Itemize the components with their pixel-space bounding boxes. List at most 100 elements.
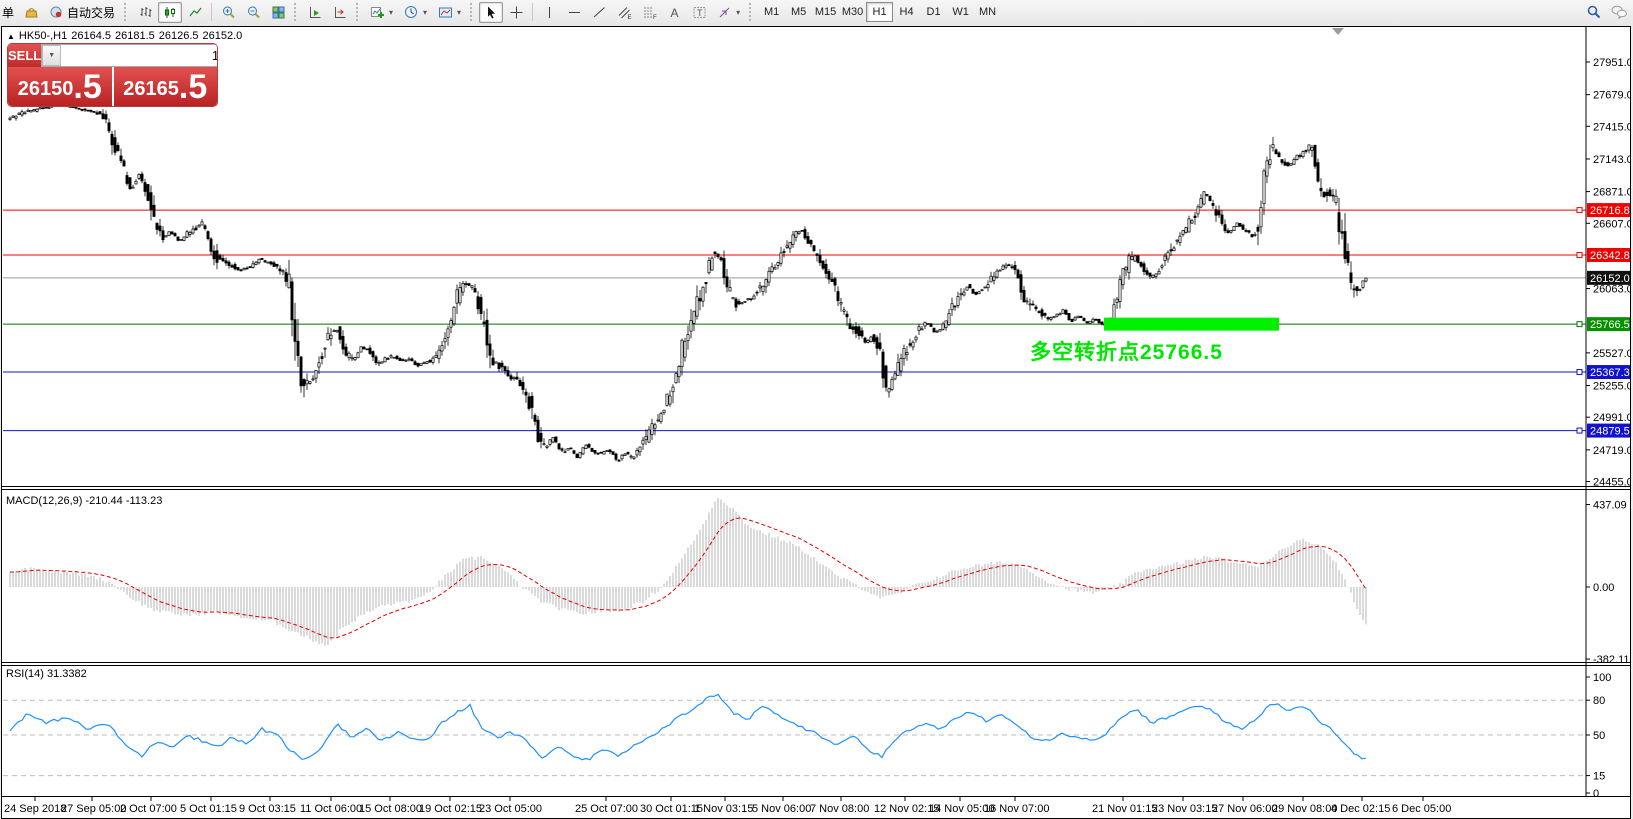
sell-price[interactable]: 26150.5 bbox=[8, 67, 112, 106]
one-click-trading-panel: SELL ▼ ▲ BUY 26150.5 26165.5 bbox=[8, 44, 217, 106]
periods-button[interactable]: ▾ bbox=[399, 2, 432, 23]
channel-tool[interactable]: E bbox=[612, 2, 636, 23]
text-label-tool[interactable]: T bbox=[687, 2, 711, 23]
macd-pane bbox=[9, 497, 1367, 646]
new-order-button[interactable]: 单 bbox=[2, 4, 16, 21]
fibonacci-tool[interactable]: F bbox=[637, 2, 661, 23]
arrows-icon bbox=[719, 7, 730, 17]
svg-text:25527.0: 25527.0 bbox=[1593, 348, 1630, 360]
chart-title: ▲ HK50-,H1 26164.5 26181.5 26126.5 26152.0 bbox=[7, 30, 246, 42]
timeframe-h1[interactable]: H1 bbox=[866, 2, 894, 22]
chat-button[interactable] bbox=[1607, 2, 1631, 23]
zoom-in-icon bbox=[222, 6, 235, 18]
chart-window: ▲ HK50-,H1 26164.5 26181.5 26126.5 26152.0 SE… bbox=[1, 26, 1631, 819]
svg-text:27951.0: 27951.0 bbox=[1593, 57, 1630, 69]
text-tool[interactable]: A bbox=[662, 2, 686, 23]
search-button[interactable] bbox=[1582, 2, 1606, 23]
pouch-icon bbox=[24, 7, 38, 17]
auto-trading-button[interactable]: 自动交易 bbox=[44, 2, 120, 23]
templates-button[interactable]: ▾ bbox=[433, 2, 466, 23]
svg-text:24879.5: 24879.5 bbox=[1590, 426, 1630, 438]
vertical-line-tool[interactable] bbox=[537, 2, 561, 23]
sell-button[interactable]: SELL bbox=[8, 44, 42, 67]
line-chart-button[interactable] bbox=[183, 2, 207, 23]
sell-price-frac: .5 bbox=[73, 68, 102, 106]
volume-box: ▼ ▲ bbox=[41, 44, 217, 67]
volume-input[interactable] bbox=[61, 45, 217, 66]
svg-text:50: 50 bbox=[1593, 730, 1605, 742]
chevron-down-icon: ▾ bbox=[736, 7, 741, 17]
sell-price-main: 26150 bbox=[17, 78, 74, 100]
tile-windows-icon bbox=[272, 6, 285, 18]
svg-text:F: F bbox=[653, 15, 657, 20]
candlestick-chart-icon bbox=[164, 6, 175, 18]
svg-text:24719.0: 24719.0 bbox=[1593, 445, 1630, 457]
svg-text:26342.8: 26342.8 bbox=[1590, 250, 1630, 262]
timeframe-w1[interactable]: W1 bbox=[947, 2, 974, 22]
candlestick-chart-button[interactable] bbox=[158, 1, 183, 23]
svg-text:29 Nov 08:00: 29 Nov 08:00 bbox=[1272, 803, 1337, 815]
timeframe-m1[interactable]: M1 bbox=[758, 2, 785, 22]
svg-text:80: 80 bbox=[1593, 695, 1605, 707]
ohlc-close: 26152.0 bbox=[202, 30, 243, 42]
bar-chart-button[interactable] bbox=[133, 2, 157, 23]
crosshair-icon bbox=[510, 6, 523, 18]
text-a-icon: A bbox=[670, 6, 678, 20]
svg-text:0: 0 bbox=[1593, 788, 1599, 800]
svg-text:26607.0: 26607.0 bbox=[1593, 218, 1630, 230]
zoom-in-button[interactable] bbox=[216, 2, 240, 23]
buy-price[interactable]: 26165.5 bbox=[113, 67, 217, 106]
indicators-icon bbox=[371, 6, 385, 18]
chevron-down-icon: ▾ bbox=[389, 7, 394, 17]
indicators-button[interactable]: ▾ bbox=[365, 2, 398, 23]
svg-text:25766.5: 25766.5 bbox=[1590, 319, 1630, 331]
macd-indicator-label: MACD(12,26,9) -210.44 -113.23 bbox=[6, 495, 163, 507]
horizontal-line-tool[interactable] bbox=[562, 2, 586, 23]
chart-shift-button[interactable] bbox=[328, 2, 352, 23]
svg-text:26871.0: 26871.0 bbox=[1593, 187, 1630, 199]
timeframe-m30[interactable]: M30 bbox=[839, 2, 866, 22]
ohlc-low: 26126.5 bbox=[158, 30, 199, 42]
svg-text:6 Dec 05:00: 6 Dec 05:00 bbox=[1392, 803, 1451, 815]
cursor-button[interactable] bbox=[479, 1, 504, 23]
collapse-panel-arrow[interactable]: ▲ bbox=[7, 32, 15, 41]
svg-text:27143.0: 27143.0 bbox=[1593, 154, 1630, 166]
chart-canvas[interactable]: 27951.0 27679.0 27415.0 27143.0 26871.0 26607… bbox=[2, 27, 1630, 818]
horizontal-level-lines bbox=[3, 209, 1586, 432]
toolbar-grip bbox=[124, 3, 129, 21]
zoom-out-button[interactable] bbox=[241, 2, 265, 23]
trendline-tool[interactable] bbox=[587, 2, 611, 23]
svg-text:27415.0: 27415.0 bbox=[1593, 121, 1630, 133]
svg-text:5 Oct 01:15: 5 Oct 01:15 bbox=[180, 803, 237, 815]
svg-text:0.00: 0.00 bbox=[1593, 582, 1614, 594]
svg-text:24455.0: 24455.0 bbox=[1593, 477, 1630, 489]
svg-text:27 Sep 05:00: 27 Sep 05:00 bbox=[61, 803, 126, 815]
timeframe-h4[interactable]: H4 bbox=[893, 2, 920, 22]
svg-text:9 Oct 03:15: 9 Oct 03:15 bbox=[239, 803, 296, 815]
pouch-icon-button[interactable] bbox=[19, 2, 43, 23]
auto-trading-icon bbox=[50, 6, 62, 17]
timeframe-m15[interactable]: M15 bbox=[812, 2, 839, 22]
svg-text:-382.11: -382.11 bbox=[1593, 654, 1630, 666]
arrows-tool[interactable]: ▾ bbox=[712, 2, 745, 23]
auto-scroll-button[interactable] bbox=[303, 2, 327, 23]
tile-windows-button[interactable] bbox=[266, 2, 290, 23]
vertical-line-icon bbox=[548, 6, 550, 18]
svg-text:T: T bbox=[697, 8, 703, 18]
search-icon bbox=[1587, 5, 1601, 19]
svg-text:25 Oct 07:00: 25 Oct 07:00 bbox=[575, 803, 638, 815]
svg-text:25367.3: 25367.3 bbox=[1590, 367, 1630, 379]
timeframe-mn[interactable]: MN bbox=[974, 2, 1001, 22]
timeframe-d1[interactable]: D1 bbox=[920, 2, 947, 22]
volume-decrease-button[interactable]: ▼ bbox=[42, 45, 62, 66]
svg-text:23 Oct 05:00: 23 Oct 05:00 bbox=[479, 803, 542, 815]
ohlc-open: 26164.5 bbox=[71, 30, 111, 42]
time-axis[interactable]: 24 Sep 201827 Sep 05:002 Oct 07:00 5 Oct … bbox=[4, 796, 1451, 815]
timeframe-m5[interactable]: M5 bbox=[785, 2, 812, 22]
rsi-line bbox=[9, 693, 1367, 761]
chevron-down-icon: ▾ bbox=[423, 7, 428, 17]
pivot-annotation-text: 多空转折点25766.5 bbox=[1030, 341, 1223, 364]
rsi-indicator-label: RSI(14) 31.3382 bbox=[6, 668, 87, 680]
price-axis[interactable]: 27951.0 27679.0 27415.0 27143.0 26871.0 26607… bbox=[1586, 57, 1630, 800]
crosshair-button[interactable] bbox=[504, 2, 528, 23]
